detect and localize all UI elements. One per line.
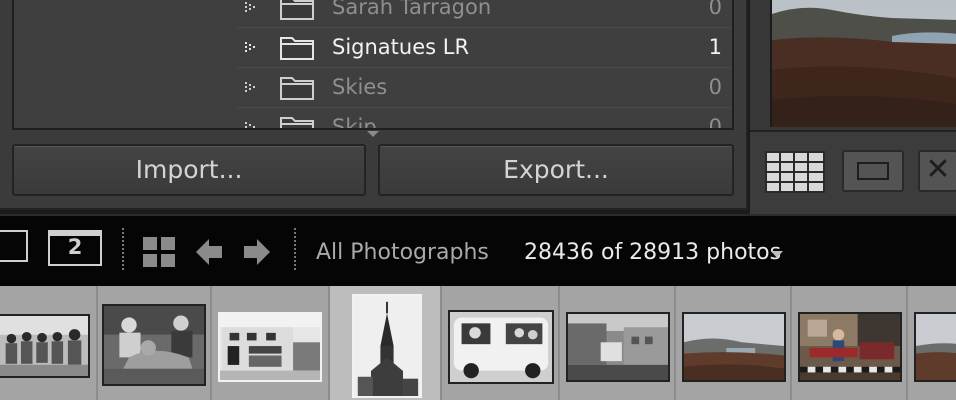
folder-count: 1 (708, 35, 722, 59)
filmstrip-cell[interactable] (560, 286, 676, 400)
thumbnail[interactable] (102, 304, 206, 386)
photo-car (450, 312, 552, 382)
thumbnail[interactable] (682, 312, 786, 382)
grid-icon[interactable] (142, 236, 176, 268)
primary-window-button[interactable] (0, 230, 28, 262)
filmstrip-cell[interactable] (0, 286, 98, 400)
grid-view-icon[interactable] (764, 150, 826, 194)
folder-row[interactable]: Sarah Tarragon 0 (236, 0, 732, 28)
landscape-photo (772, 0, 956, 127)
photo-count[interactable]: 28436 of 28913 photos (524, 238, 781, 268)
photo-street (568, 314, 668, 380)
folder-icon (280, 117, 314, 128)
disclosure-triangle-icon[interactable] (244, 80, 260, 96)
folder-count: 0 (708, 115, 722, 130)
filmstrip-cell[interactable] (212, 286, 330, 400)
folder-name: Skip... (332, 115, 397, 130)
export-button[interactable]: Export... (378, 144, 734, 196)
filmstrip-cell-selected[interactable] (330, 286, 442, 400)
folder-name: Sarah Tarragon (332, 0, 492, 19)
filmstrip-cell[interactable] (676, 286, 792, 400)
panel-resize-handle[interactable] (367, 131, 379, 137)
compare-view-icon[interactable]: ✕ (918, 150, 956, 192)
photo-preview[interactable] (770, 0, 956, 127)
toolbar-divider (122, 228, 124, 270)
folder-list[interactable]: Sarah Tarragon 0 Signatues LR 1 Skies 0 (12, 0, 734, 130)
folder-icon (280, 0, 314, 20)
photo-church (354, 296, 420, 396)
filmstrip-cell[interactable] (792, 286, 908, 400)
folder-count: 0 (708, 0, 722, 19)
back-arrow-icon[interactable] (194, 237, 224, 267)
loupe-view-icon[interactable] (842, 150, 904, 192)
photo-shopfront (220, 314, 320, 380)
thumbnail[interactable] (352, 294, 422, 398)
folder-name: Skies (332, 75, 388, 99)
source-label[interactable]: All Photographs (316, 238, 489, 268)
thumbnail[interactable] (0, 314, 90, 378)
disclosure-triangle-icon[interactable] (244, 0, 260, 16)
loupe-frame (857, 162, 889, 180)
photo-boys-dog (104, 306, 204, 384)
folder-row[interactable]: Skies 0 (236, 68, 732, 108)
thumbnail[interactable] (218, 312, 322, 382)
filmstrip-cell[interactable] (98, 286, 212, 400)
photo-color-street (800, 314, 900, 380)
secondary-window-button[interactable]: 2 (48, 230, 102, 266)
folder-name: Signatues LR (332, 35, 470, 59)
photo-landscape (684, 314, 784, 380)
filmstrip-cell[interactable] (442, 286, 560, 400)
folder-row[interactable]: Skip... 0 (236, 108, 732, 130)
disclosure-triangle-icon[interactable] (244, 40, 260, 56)
folder-icon (280, 77, 314, 100)
thumbnail[interactable] (566, 312, 670, 382)
photo-landscape (916, 314, 956, 380)
folder-count: 0 (708, 75, 722, 99)
disclosure-triangle-icon[interactable] (244, 120, 260, 130)
folder-row[interactable]: Signatues LR 1 (236, 28, 732, 68)
folder-icon (280, 37, 314, 60)
photo-group (0, 316, 88, 376)
filmstrip-cell[interactable] (908, 286, 956, 400)
import-button[interactable]: Import... (12, 144, 366, 196)
thumbnail[interactable] (448, 310, 554, 384)
thumbnail[interactable] (798, 312, 902, 382)
thumbnail[interactable] (914, 312, 956, 382)
toolbar-divider (294, 228, 296, 270)
forward-arrow-icon[interactable] (242, 237, 272, 267)
chevron-down-icon[interactable] (771, 251, 783, 258)
